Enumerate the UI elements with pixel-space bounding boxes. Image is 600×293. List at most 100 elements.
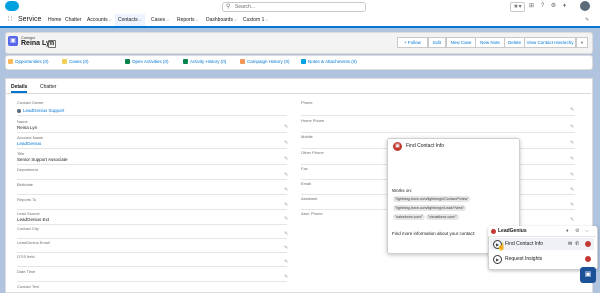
edit-pencil-icon[interactable]: ✎ <box>284 202 288 208</box>
global-search-input[interactable]: ⚲ Search... <box>222 2 366 12</box>
new-note-button[interactable]: New Note <box>475 37 505 48</box>
hand-cursor-icon: ☝ <box>497 244 506 251</box>
hierarchy-icon[interactable]: ⊥ <box>48 40 56 48</box>
nav-item-chatter[interactable]: Chatter <box>65 14 81 26</box>
related-list-quick-links <box>5 55 593 70</box>
field-label: LeadGenius Email <box>17 240 50 245</box>
view-contact-hierarchy-button[interactable]: View Contact Hierarchy <box>524 37 576 48</box>
url-pattern-pill: "lightning-force.com/lightning/r/Lead/*/… <box>393 205 467 211</box>
edit-pencil-icon[interactable]: ✎ <box>284 259 288 265</box>
notes-icon <box>301 59 306 65</box>
chevron-down-icon[interactable]: ⌵ <box>139 17 142 22</box>
field-label: Contact Text <box>17 284 40 289</box>
edit-pencil-icon[interactable]: ✎ <box>284 274 288 280</box>
delete-button[interactable]: Delete <box>504 37 525 48</box>
edit-pencil-icon[interactable]: ✎ <box>284 140 288 146</box>
edit-pencil-icon[interactable]: ✎ <box>570 217 574 223</box>
related-link-open-activities[interactable]: Open Activities (0) <box>125 58 169 65</box>
field-label: Account Name <box>17 135 44 140</box>
settings-gear-icon[interactable]: ⚙ <box>575 228 579 234</box>
contact-owner-link[interactable]: LeadGenius Support <box>23 108 64 113</box>
edit-pencil-icon[interactable]: ✎ <box>570 172 574 178</box>
nav-item-home[interactable]: Home <box>48 14 61 26</box>
chevron-down-icon[interactable]: ⌵ <box>196 17 199 22</box>
chevron-down-icon[interactable]: ⌵ <box>265 17 268 22</box>
edit-pencil-icon[interactable]: ✎ <box>284 124 288 130</box>
edit-pencil-icon[interactable]: ✎ <box>570 124 574 130</box>
tab-chatter[interactable]: Chatter <box>40 84 56 91</box>
related-label: Activity History (0) <box>190 59 227 64</box>
app-launcher-icon[interactable]: ∷ <box>6 16 14 24</box>
nav-item-custom-1[interactable]: Custom 1⌵ <box>243 14 268 26</box>
chevron-down-icon[interactable]: ⌵ <box>109 17 112 22</box>
related-link-activity-history[interactable]: Activity History (0) <box>183 58 226 65</box>
row-label: Request Insights <box>505 256 543 262</box>
field-label: Lead Source <box>17 211 40 216</box>
field-label: Other Phone <box>301 150 324 155</box>
edit-pencil-icon[interactable]: ✎ <box>284 216 288 222</box>
edit-pencil-icon[interactable]: ✎ <box>284 172 288 178</box>
field-label: Fax <box>301 166 308 171</box>
nav-label: Cases <box>151 17 166 23</box>
bell-icon[interactable]: ♦ <box>566 228 569 234</box>
edit-pencil-icon[interactable]: ✎ <box>284 245 288 251</box>
edit-pencil-icon[interactable]: ✎ <box>570 140 574 146</box>
related-label: Opportunities (0) <box>15 59 49 64</box>
favorites-star-icon[interactable]: ★▾ <box>510 2 525 12</box>
nav-label: Reports <box>177 17 195 23</box>
field-divider <box>17 266 287 267</box>
request-insights-row[interactable]: ▶ Request Insights <box>490 253 594 265</box>
field-label: Assistant <box>301 196 318 201</box>
nav-edit-pencil-icon[interactable]: ✎ <box>585 14 589 26</box>
nav-label: Dashboards <box>206 17 233 23</box>
email-icon[interactable]: ✉ <box>568 241 572 247</box>
new-case-button[interactable]: New Case <box>446 37 476 48</box>
collapse-chevron-icon[interactable]: ⌵ <box>585 228 589 234</box>
edit-pencil-icon[interactable]: ✎ <box>284 231 288 237</box>
user-avatar[interactable] <box>580 1 590 11</box>
tab-details[interactable]: Details <box>11 84 28 93</box>
field-label: Home Phone <box>301 118 325 123</box>
activity-icon <box>125 59 130 65</box>
edit-pencil-icon[interactable]: ✎ <box>284 156 288 162</box>
url-pattern-pill: "salesforce.com/" <box>393 214 425 220</box>
nav-item-dashboards[interactable]: Dashboards⌵ <box>206 14 237 26</box>
add-icon[interactable]: ⊞ <box>528 3 535 10</box>
leadgenius-logo-icon <box>491 229 496 234</box>
field-label: Mobile <box>301 134 313 139</box>
field-label: DTIS field <box>17 254 35 259</box>
edit-pencil-icon[interactable]: ✎ <box>284 187 288 193</box>
nav-item-reports[interactable]: Reports⌵ <box>177 14 199 26</box>
setup-gear-icon[interactable]: ⚙ <box>550 3 557 10</box>
nav-item-accounts[interactable]: Accounts⌵ <box>87 14 112 26</box>
edit-pencil-icon[interactable]: ✎ <box>570 187 574 193</box>
related-link-cases[interactable]: Cases (0) <box>62 58 89 65</box>
related-label: Campaign History (0) <box>247 59 290 64</box>
related-link-opportunities[interactable]: Opportunities (0) <box>8 58 49 65</box>
related-link-notes-attachments[interactable]: Notes & Attachments (0) <box>301 58 357 65</box>
related-link-campaign-history[interactable]: Campaign History (0) <box>240 58 290 65</box>
edit-button[interactable]: Edit <box>428 37 446 48</box>
account-name-link[interactable]: LeadGenius <box>17 141 41 146</box>
edit-pencil-icon[interactable]: ✎ <box>570 107 574 113</box>
field-label: Phone <box>301 100 313 105</box>
follow-button[interactable]: + Follow <box>397 37 428 48</box>
chevron-down-icon[interactable]: ⌵ <box>234 17 237 22</box>
phone-icon[interactable]: ✆ <box>575 241 579 247</box>
owner-avatar <box>17 109 21 113</box>
chevron-down-icon[interactable]: ⌵ <box>166 17 169 22</box>
history-icon <box>183 59 188 65</box>
contact-icon: ▣ <box>8 36 18 46</box>
utility-bar-button[interactable]: ▣ <box>580 267 596 283</box>
help-icon[interactable]: ? <box>539 3 546 10</box>
salesforce-logo[interactable] <box>5 1 19 11</box>
nav-item-cases[interactable]: Cases⌵ <box>151 14 169 26</box>
edit-pencil-icon[interactable]: ✎ <box>570 156 574 162</box>
works-on-label: Works on: <box>392 188 413 193</box>
edit-pencil-icon[interactable]: ✎ <box>570 202 574 208</box>
more-actions-chevron-icon[interactable]: ▾ <box>576 37 588 48</box>
field-label: Department <box>17 167 38 172</box>
nav-item-contacts[interactable]: Contacts⌵ <box>115 14 145 28</box>
bell-icon[interactable]: ♦ <box>561 3 568 10</box>
field-label: Contact City <box>17 226 39 231</box>
